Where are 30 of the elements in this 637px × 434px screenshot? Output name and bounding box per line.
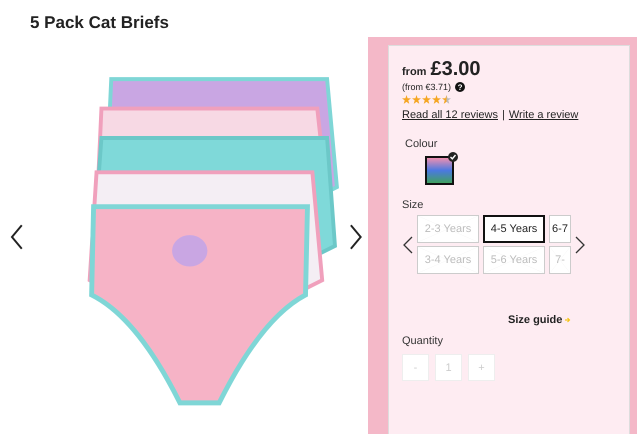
help-icon[interactable]: ? — [455, 82, 466, 92]
star-icon — [422, 95, 431, 104]
price-prefix: from — [402, 66, 426, 78]
size-guide-link[interactable]: Size guide — [508, 314, 562, 326]
chevron-right-icon[interactable] — [575, 236, 585, 254]
chevron-left-icon[interactable] — [403, 236, 413, 254]
size-label: Size — [402, 199, 424, 211]
check-icon — [448, 152, 458, 162]
size-option[interactable]: 6-7 — [549, 215, 571, 243]
size-option[interactable]: 5-6 Years — [483, 246, 545, 274]
star-icon — [402, 95, 411, 104]
star-icon — [432, 95, 441, 104]
size-option[interactable]: 7- — [549, 246, 571, 274]
price: £3.00 — [430, 58, 481, 81]
arrow-icon — [565, 317, 572, 323]
product-title: 5 Pack Cat Briefs — [29, 12, 170, 34]
star-icon — [412, 95, 421, 104]
euro-price: (from €3.71) — [402, 82, 452, 92]
star-icon — [442, 95, 451, 104]
size-option[interactable]: 2-3 Years — [417, 215, 479, 243]
quantity-label: Quantity — [402, 335, 444, 347]
increase-button[interactable]: + — [468, 354, 495, 381]
separator: | — [502, 109, 505, 121]
size-option[interactable]: 4-5 Years — [483, 215, 545, 243]
read-reviews-link[interactable]: Read all 12 reviews — [402, 109, 498, 121]
chevron-left-icon[interactable] — [10, 224, 24, 250]
colour-label: Colour — [405, 138, 438, 150]
decrease-button[interactable]: - — [402, 354, 429, 381]
size-option[interactable]: 3-4 Years — [417, 246, 479, 274]
write-review-link[interactable]: Write a review — [508, 109, 578, 121]
